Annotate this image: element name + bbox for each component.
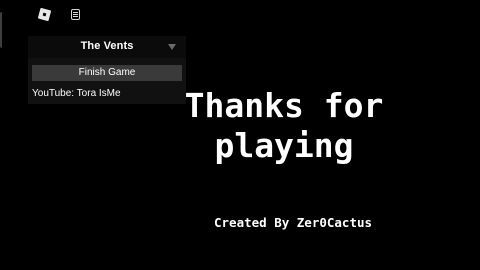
roblox-logo-icon[interactable] <box>36 6 52 22</box>
vents-panel: The Vents Finish Game YouTube: Tora IsMe <box>28 36 186 104</box>
chat-icon[interactable] <box>67 6 83 22</box>
thanks-heading: Thanks for playing <box>184 86 384 165</box>
panel-header[interactable]: The Vents <box>28 36 186 58</box>
game-screen: The Vents Finish Game YouTube: Tora IsMe… <box>0 0 480 270</box>
edge-sliver <box>0 12 6 48</box>
youtube-credit-label: YouTube: Tora IsMe <box>32 88 121 99</box>
chevron-down-icon[interactable] <box>168 44 176 50</box>
finish-game-button[interactable]: Finish Game <box>32 65 182 81</box>
panel-title: The Vents <box>80 40 134 52</box>
creator-credit: Created By Zer0Cactus <box>214 215 373 230</box>
